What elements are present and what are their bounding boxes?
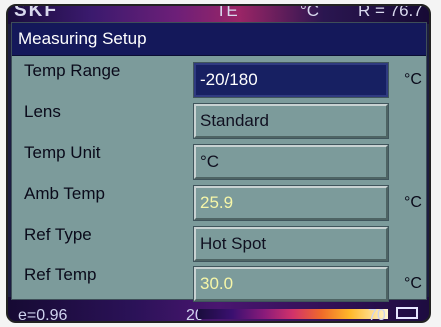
measuring-setup-dialog: Measuring Setup Temp Range -20/180 °C Le… (11, 22, 427, 302)
ref-temp-label: Ref Temp (24, 265, 97, 284)
status-mode-text: TE (216, 4, 238, 20)
amb-temp-unit: °C (404, 194, 422, 211)
ref-type-field[interactable]: Hot Spot (193, 226, 389, 262)
amb-temp-field[interactable]: 25.9 (193, 185, 389, 221)
color-scale-bar (198, 309, 388, 319)
lens-label: Lens (24, 102, 61, 121)
bottom-status-bar: e=0.96 20 70 (8, 303, 429, 323)
temp-unit-label: Temp Unit (24, 143, 101, 162)
status-reading: R = 76.7 (358, 4, 423, 20)
row-ref-temp[interactable]: Ref Temp 30.0 °C (12, 259, 426, 302)
screen: SKF TE °C R = 76.7 Measuring Setup Temp … (6, 4, 431, 323)
ref-temp-unit: °C (404, 275, 422, 292)
scale-end-marker (396, 307, 418, 319)
temp-range-field[interactable]: -20/180 (193, 62, 389, 98)
thermal-camera-display: SKF TE °C R = 76.7 Measuring Setup Temp … (0, 0, 441, 327)
scale-max-value: 70 (368, 307, 386, 323)
temp-unit-field[interactable]: °C (193, 144, 389, 180)
row-temp-range[interactable]: Temp Range -20/180 °C (12, 55, 426, 98)
status-unit: °C (300, 4, 320, 20)
emissivity-value: e=0.96 (18, 307, 68, 323)
row-lens[interactable]: Lens Standard (12, 96, 426, 139)
row-temp-unit[interactable]: Temp Unit °C (12, 137, 426, 180)
row-ref-type[interactable]: Ref Type Hot Spot (12, 219, 426, 262)
lens-field[interactable]: Standard (193, 103, 389, 139)
brand-logo: SKF (14, 4, 58, 21)
top-status-bar: SKF TE °C R = 76.7 (8, 4, 429, 21)
temp-range-label: Temp Range (24, 61, 121, 80)
ref-type-label: Ref Type (24, 225, 92, 244)
ref-temp-field[interactable]: 30.0 (193, 266, 389, 302)
dialog-title: Measuring Setup (12, 23, 426, 56)
temp-range-unit: °C (404, 71, 422, 88)
row-amb-temp[interactable]: Amb Temp 25.9 °C (12, 178, 426, 221)
amb-temp-label: Amb Temp (24, 184, 105, 203)
